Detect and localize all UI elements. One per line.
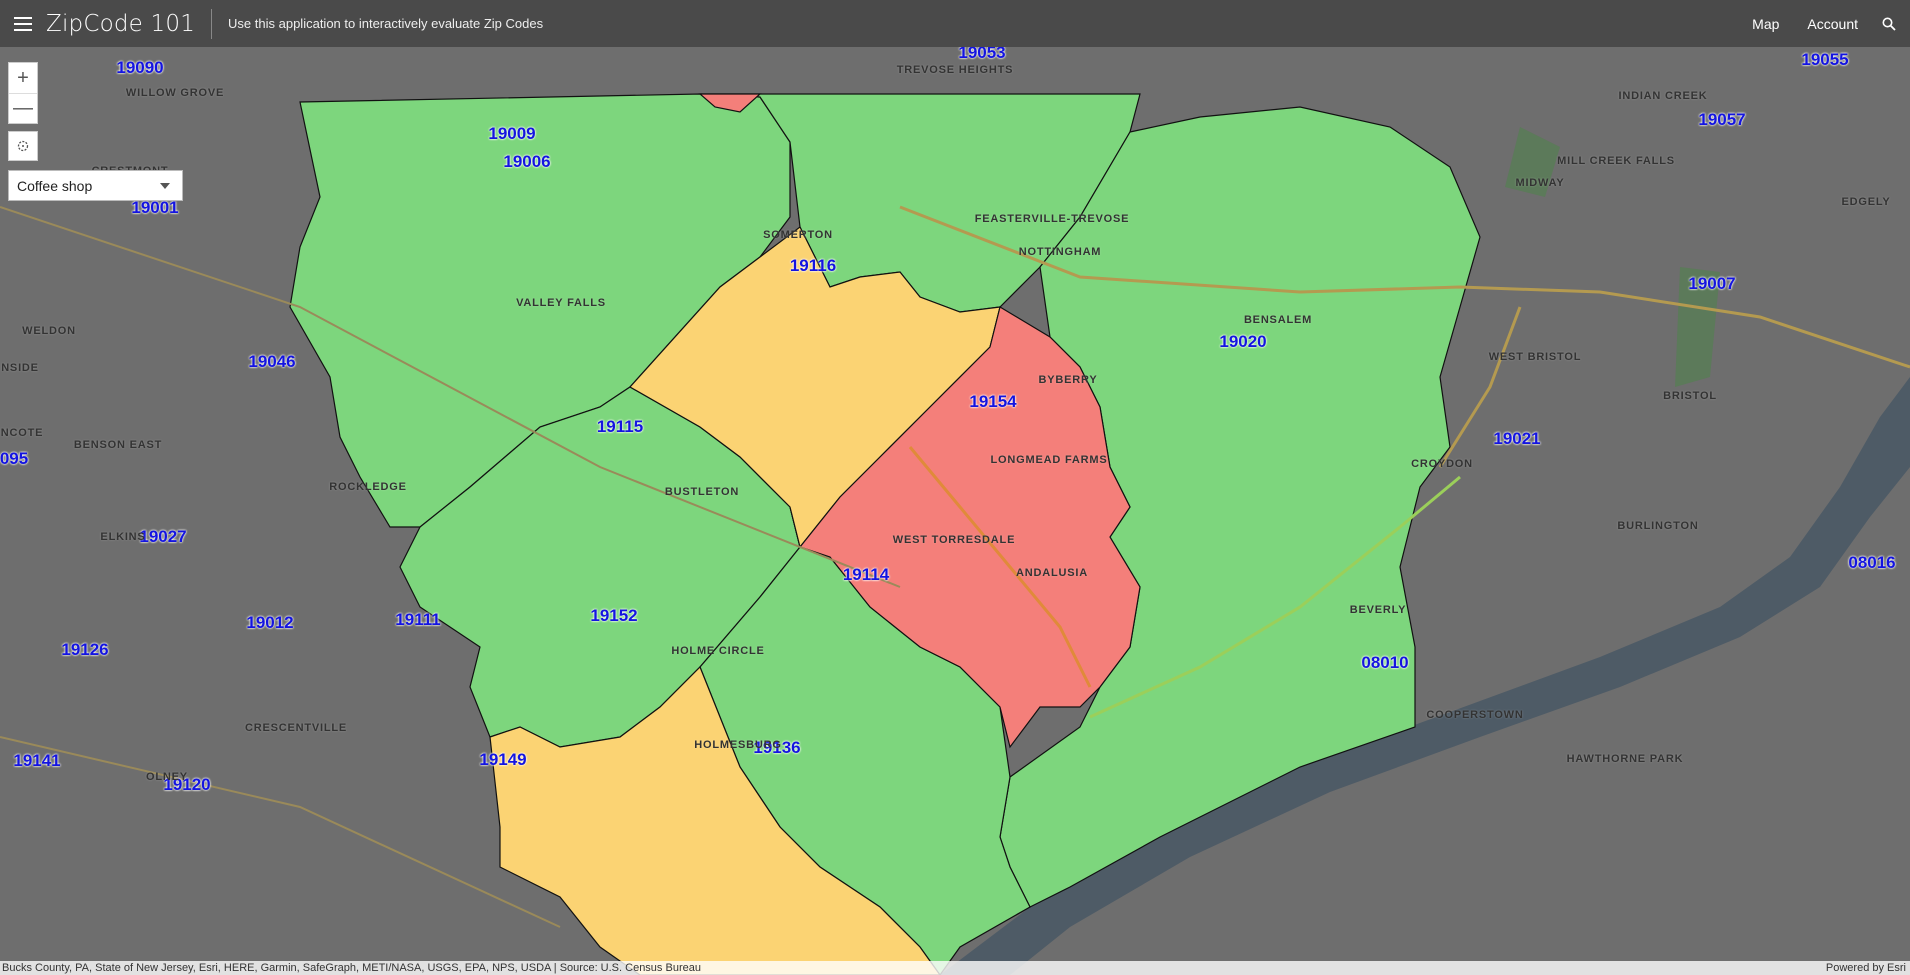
place-label: BEVERLY [1349,604,1407,616]
place-label: WEST TORRESDALE [892,534,1016,546]
zip-label[interactable]: 19046 [248,352,295,372]
place-label: ANDALUSIA [1016,567,1088,579]
place-label: WILLOW GROVE [125,87,225,99]
place-label: HAWTHORNE PARK [1566,753,1684,765]
place-label: COOPERSTOWN [1426,709,1524,721]
zip-label[interactable]: 19009 [488,124,535,144]
place-label: BUSTLETON [664,486,740,498]
category-dropdown-value: Coffee shop [17,177,93,194]
place-label: BURLINGTON [1617,520,1699,532]
chevron-down-icon [160,182,170,189]
place-label: ELKINS [100,531,146,543]
powered-by[interactable]: Powered by Esri [1826,962,1910,974]
attribution-text: Bucks County, PA, State of New Jersey, E… [2,962,701,974]
zip-label[interactable]: 19021 [1493,429,1540,449]
zip-label[interactable]: 19116 [790,256,836,276]
zip-label[interactable]: 08010 [1361,653,1408,673]
zip-label[interactable]: 19141 [13,751,60,771]
zip-label[interactable]: 19111 [395,610,440,630]
place-label: BRISTOL [1663,390,1717,402]
nav-map-link[interactable]: Map [1738,16,1793,32]
place-label: ROCKLEDGE [329,481,407,493]
zip-label[interactable]: 19126 [61,640,108,660]
locate-icon [17,140,29,152]
place-label: BENSALEM [1243,314,1313,326]
zip-label[interactable]: 19154 [969,392,1016,412]
zip-label[interactable]: 19114 [843,565,889,585]
zip-label[interactable]: 19027 [139,527,186,547]
place-label: SOMERTON [763,229,833,241]
place-label: EDGELY [1841,196,1891,208]
place-label: BYBERRY [1038,374,1098,386]
zip-label[interactable]: 19007 [1688,274,1735,294]
place-label: WEST BRISTOL [1488,351,1582,363]
category-dropdown[interactable]: Coffee shop [8,170,183,201]
place-label: VALLEY FALLS [516,297,606,309]
locate-button[interactable] [8,131,38,161]
place-label: LONGMEAD FARMS [990,454,1108,466]
zip-label[interactable]: 19012 [246,613,293,633]
place-label: HOLMESBURG [694,739,782,751]
place-label: MILL CREEK FALLS [1557,155,1675,167]
zip-label[interactable]: 19090 [116,58,163,78]
zoom-out-button[interactable]: — [9,93,37,123]
app: ZipCode 101 Use this application to inte… [0,0,1910,975]
attribution-bar: Bucks County, PA, State of New Jersey, E… [0,961,1910,975]
top-nav: Map Account [1738,0,1910,47]
place-label: NCOTE [0,427,44,439]
place-label: MIDWAY [1515,177,1565,189]
place-label: TREVOSE HEIGHTS [896,64,1014,76]
place-label: BENSON EAST [73,439,163,451]
zoom-in-button[interactable]: + [9,63,37,93]
place-label: CRESCENTVILLE [244,722,348,734]
zip-label[interactable]: 19149 [479,750,526,770]
map-canvas[interactable] [0,47,1910,975]
zip-label[interactable]: 19006 [503,152,550,172]
zip-label[interactable]: 19001 [131,198,178,218]
place-label: WELDON [22,325,76,337]
menu-icon[interactable] [0,0,46,47]
top-bar: ZipCode 101 Use this application to inte… [0,0,1910,47]
app-title: ZipCode 101 [46,10,196,37]
zoom-control: + — [8,62,38,124]
zip-label[interactable]: 19115 [597,417,643,437]
place-label: NOTTINGHAM [1018,246,1102,258]
place-label: HOLME CIRCLE [671,645,765,657]
zip-label[interactable]: 19020 [1219,332,1266,352]
search-icon[interactable] [1872,17,1910,31]
place-label: NSIDE [1,362,39,374]
nav-account-link[interactable]: Account [1793,16,1872,32]
title-divider [211,8,213,39]
place-label: INDIAN CREEK [1618,90,1708,102]
place-label: FEASTERVILLE-TREVOSE [974,213,1130,225]
zip-label[interactable]: 095 [0,449,28,469]
place-label: OLNEY [146,771,188,783]
zip-label[interactable]: 19152 [590,606,637,626]
zip-label[interactable]: 19055 [1801,50,1848,70]
zip-label[interactable]: 19057 [1698,110,1745,130]
map-view[interactable]: 19090 19053 19055 19057 19009 19006 19001 19116… [0,43,1910,975]
place-label: CROYDON [1411,458,1473,470]
app-subtitle: Use this application to interactively ev… [228,16,544,31]
zip-label[interactable]: 08016 [1848,553,1895,573]
